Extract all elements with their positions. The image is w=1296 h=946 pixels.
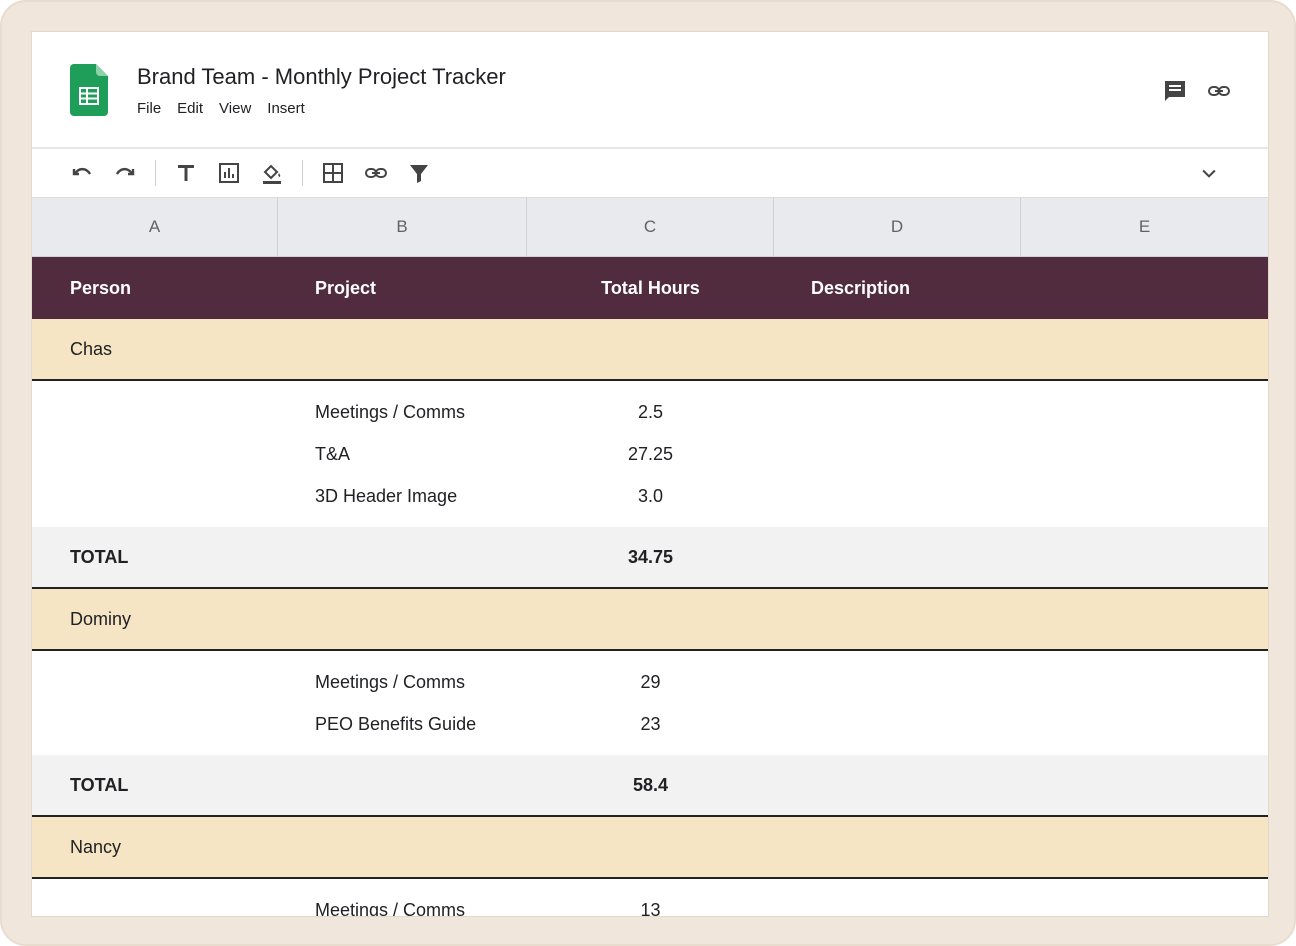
column-header-c[interactable]: C: [527, 198, 774, 256]
hours-cell[interactable]: 3.0: [563, 475, 738, 517]
person-row: Dominy: [32, 589, 1268, 651]
menu-insert[interactable]: Insert: [267, 100, 305, 117]
fill-color-icon[interactable]: [254, 155, 290, 191]
hours-cell[interactable]: 27.25: [563, 433, 738, 475]
menu-bar: File Edit View Insert: [137, 100, 305, 117]
table-header-row: Person Project Total Hours Description: [32, 257, 1268, 319]
chevron-down-icon[interactable]: [1191, 155, 1227, 191]
menu-view[interactable]: View: [219, 100, 251, 117]
spreadsheet-window: Brand Team - Monthly Project Tracker Fil…: [32, 32, 1268, 916]
total-label[interactable]: TOTAL: [70, 527, 128, 587]
row-spacer: [32, 651, 1268, 661]
header-description[interactable]: Description: [811, 257, 910, 319]
project-cell[interactable]: Meetings / Comms: [315, 661, 465, 703]
header-total-hours[interactable]: Total Hours: [563, 257, 738, 319]
person-name[interactable]: Dominy: [70, 589, 131, 649]
total-value[interactable]: 58.4: [563, 755, 738, 815]
hours-cell[interactable]: 29: [563, 661, 738, 703]
hours-cell[interactable]: 2.5: [563, 391, 738, 433]
table-row: Meetings / Comms 13: [32, 889, 1268, 916]
total-row: TOTAL 58.4: [32, 755, 1268, 817]
title-bar: Brand Team - Monthly Project Tracker Fil…: [32, 32, 1268, 149]
row-spacer: [32, 879, 1268, 889]
row-spacer: [32, 517, 1268, 527]
comment-icon[interactable]: [1162, 78, 1188, 104]
table-row: Meetings / Comms 29: [32, 661, 1268, 703]
row-spacer: [32, 745, 1268, 755]
column-header-d[interactable]: D: [774, 198, 1021, 256]
project-cell[interactable]: Meetings / Comms: [315, 391, 465, 433]
sheets-logo-icon: [70, 64, 108, 116]
link-icon[interactable]: [1206, 78, 1232, 104]
person-name[interactable]: Chas: [70, 319, 112, 379]
header-project[interactable]: Project: [315, 257, 376, 319]
hours-cell[interactable]: 23: [563, 703, 738, 745]
column-header-a[interactable]: A: [32, 198, 278, 256]
hours-cell[interactable]: 13: [563, 889, 738, 917]
chart-icon[interactable]: [211, 155, 247, 191]
total-row: TOTAL 34.75: [32, 527, 1268, 589]
person-row: Chas: [32, 319, 1268, 381]
column-header-b[interactable]: B: [278, 198, 527, 256]
total-label[interactable]: TOTAL: [70, 755, 128, 815]
device-frame: Brand Team - Monthly Project Tracker Fil…: [0, 0, 1296, 946]
text-format-icon[interactable]: [168, 155, 204, 191]
row-spacer: [32, 381, 1268, 391]
header-person[interactable]: Person: [70, 257, 131, 319]
redo-icon[interactable]: [107, 155, 143, 191]
menu-file[interactable]: File: [137, 100, 161, 117]
document-title[interactable]: Brand Team - Monthly Project Tracker: [137, 64, 506, 90]
column-header-bar: A B C D E: [32, 197, 1268, 257]
project-cell[interactable]: 3D Header Image: [315, 475, 457, 517]
undo-icon[interactable]: [64, 155, 100, 191]
borders-icon[interactable]: [315, 155, 351, 191]
menu-edit[interactable]: Edit: [177, 100, 203, 117]
title-actions: [1162, 78, 1232, 104]
table-row: Meetings / Comms 2.5: [32, 391, 1268, 433]
person-row: Nancy: [32, 817, 1268, 879]
total-value[interactable]: 34.75: [563, 527, 738, 587]
sheet-grid: Person Project Total Hours Description C…: [32, 257, 1268, 916]
toolbar-divider: [155, 160, 156, 186]
table-row: 3D Header Image 3.0: [32, 475, 1268, 517]
person-name[interactable]: Nancy: [70, 817, 121, 877]
toolbar: [32, 149, 1268, 197]
table-row: PEO Benefits Guide 23: [32, 703, 1268, 745]
toolbar-divider: [302, 160, 303, 186]
project-cell[interactable]: Meetings / Comms: [315, 889, 465, 917]
table-row: T&A 27.25: [32, 433, 1268, 475]
insert-link-icon[interactable]: [358, 155, 394, 191]
filter-icon[interactable]: [401, 155, 437, 191]
project-cell[interactable]: PEO Benefits Guide: [315, 703, 476, 745]
project-cell[interactable]: T&A: [315, 433, 350, 475]
column-header-e[interactable]: E: [1021, 198, 1268, 256]
